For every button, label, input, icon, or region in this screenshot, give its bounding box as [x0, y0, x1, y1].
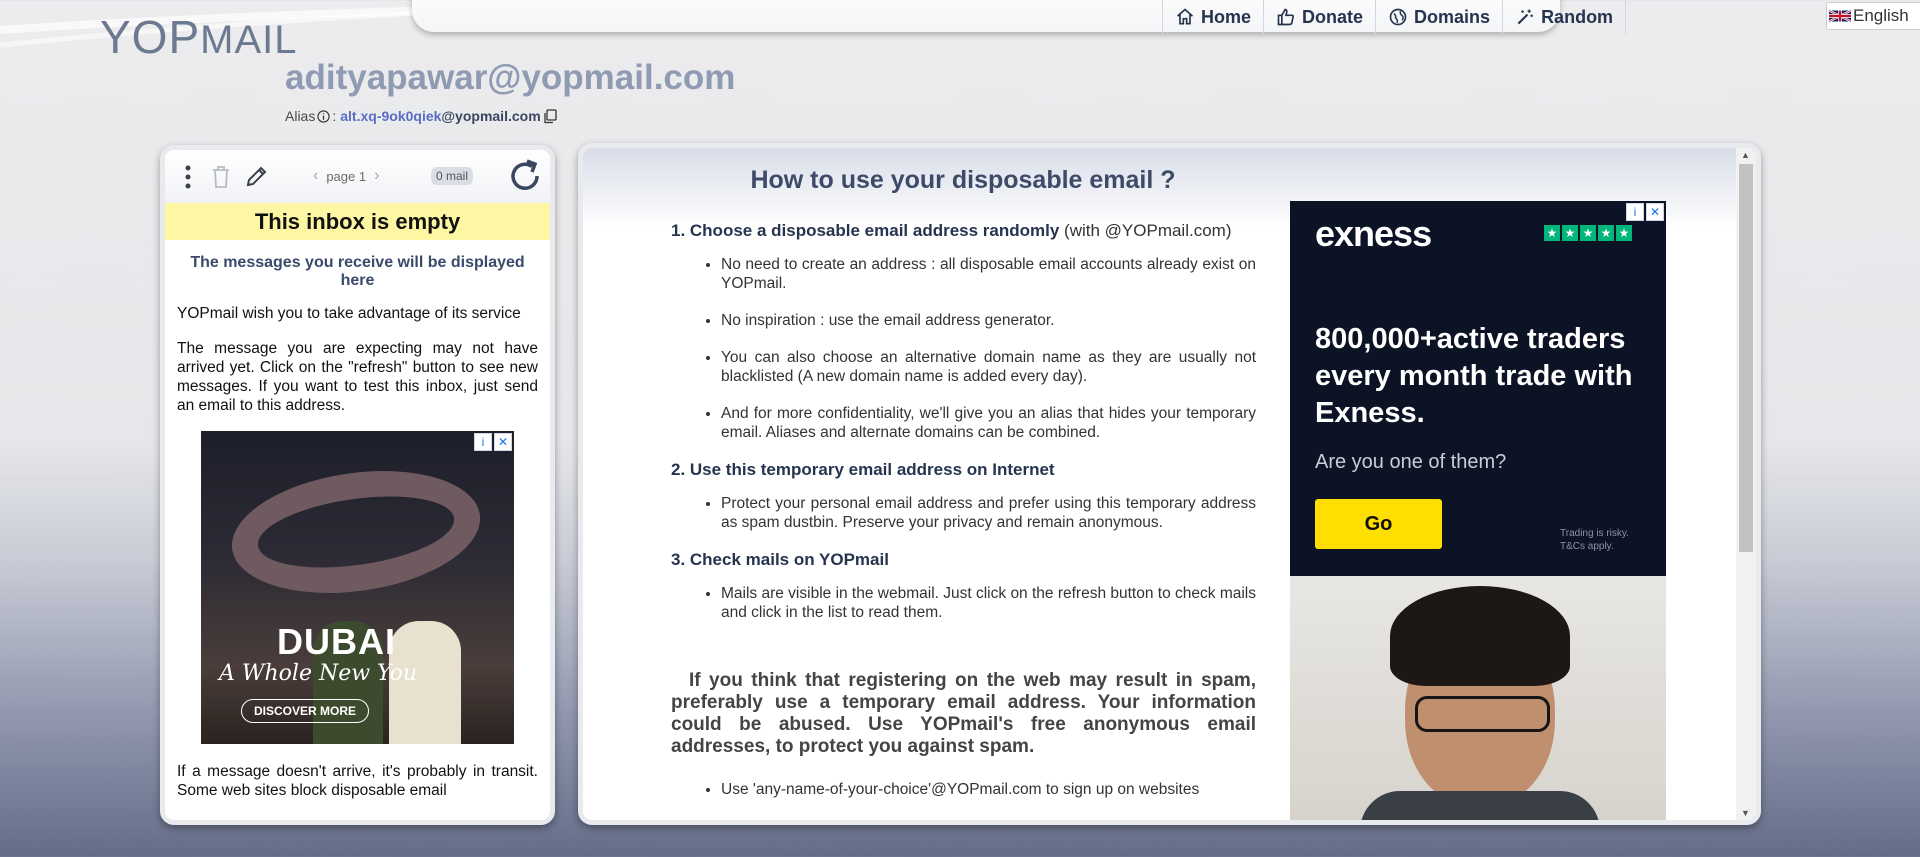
ad-info-icon[interactable]: i — [474, 433, 492, 451]
home-icon — [1176, 8, 1194, 25]
section-2-list: Protect your personal email address and … — [671, 494, 1256, 532]
ad-cta-button[interactable]: DISCOVER MORE — [241, 699, 370, 723]
advertisement-dubai[interactable]: DUBAI A Whole New You DISCOVER MORE i ✕ — [201, 431, 514, 744]
ad-brand: DUBAI — [277, 621, 396, 662]
list-item: Protect your personal email address and … — [721, 494, 1256, 532]
ad-dark-panel: exness ★ ★ ★ ★ ★ i ✕ 800,000+active traders … — [1290, 201, 1666, 576]
list-item: No need to create an address : all dispo… — [721, 255, 1256, 293]
nav-domains-label: Domains — [1414, 6, 1491, 27]
help-panel: How to use your disposable email ? 1. Ch… — [578, 143, 1761, 825]
ad-info-icon[interactable]: i — [1626, 203, 1644, 221]
section-3-title: 3. Check mails on YOPmail — [671, 550, 889, 569]
rating-stars-icon: ★ ★ ★ ★ ★ — [1544, 225, 1632, 241]
refresh-icon[interactable] — [507, 158, 543, 194]
ad-risk-disclaimer: Trading is risky. T&Cs apply. — [1560, 528, 1629, 552]
help-content: 1. Choose a disposable email address ran… — [671, 211, 1256, 817]
ad-subheadline: Are you one of them? — [1315, 451, 1507, 473]
alias-separator: : — [332, 108, 337, 124]
copy-icon[interactable] — [543, 108, 557, 124]
expect-text: The message you are expecting may not ha… — [177, 340, 538, 414]
section-1-suffix: (with @YOPmail.com) — [1064, 221, 1232, 240]
scroll-down-arrow-icon[interactable]: ▼ — [1741, 808, 1750, 818]
section-3-list: Mails are visible in the webmail. Just c… — [671, 584, 1256, 622]
ad-glasses-graphic — [1415, 696, 1550, 732]
top-menu-bar: Home Donate Domains Random English ⌄ — [412, 0, 1920, 34]
trash-icon[interactable] — [210, 165, 232, 189]
ad-choices: i ✕ — [474, 433, 512, 451]
nav-random[interactable]: Random — [1502, 0, 1627, 34]
tail-list: Use 'any-name-of-your-choice'@YOPmail.co… — [671, 780, 1256, 799]
section-1-heading: 1. Choose a disposable email address ran… — [671, 221, 1060, 240]
nav-home[interactable]: Home — [1162, 0, 1263, 34]
ad-choices: i ✕ — [1626, 203, 1664, 221]
more-options-icon[interactable] — [185, 164, 191, 190]
next-page-icon[interactable]: › — [374, 167, 379, 185]
section-1-list: No need to create an address : all dispo… — [671, 255, 1256, 442]
inbox-email-address: adityapawar@yopmail.com — [285, 58, 736, 97]
inbox-panel: ‹ page 1 › 0 mail This inbox is empty Th… — [160, 145, 555, 825]
main-nav: Home Donate Domains Random — [1162, 0, 1627, 34]
advertisement-exness[interactable]: exness ★ ★ ★ ★ ★ i ✕ 800,000+active traders … — [1290, 201, 1666, 820]
list-item: Mails are visible in the webmail. Just c… — [721, 584, 1256, 622]
scrollbar-thumb[interactable] — [1739, 164, 1753, 552]
alias-value[interactable]: alt.xq-9ok0qiek — [340, 108, 441, 124]
nav-random-label: Random — [1541, 6, 1614, 27]
receive-note: The messages you receive will be display… — [190, 254, 525, 289]
list-item: Use 'any-name-of-your-choice'@YOPmail.co… — [721, 780, 1256, 799]
language-select[interactable]: English ⌄ — [1826, 2, 1920, 30]
help-title: How to use your disposable email ? — [750, 166, 1176, 194]
uk-flag-icon — [1829, 9, 1851, 23]
ad-close-icon[interactable]: ✕ — [494, 433, 512, 451]
list-item: No inspiration : use the email address g… — [721, 311, 1256, 330]
mail-count-badge: 0 mail — [431, 167, 474, 185]
list-item: And for more confidentiality, we'll give… — [721, 404, 1256, 442]
scroll-up-arrow-icon[interactable]: ▲ — [1741, 150, 1750, 160]
nav-home-label: Home — [1201, 6, 1252, 27]
language-label: English — [1853, 6, 1909, 25]
logo-text-big: YOP — [100, 11, 201, 63]
ad-brand-logo: exness — [1315, 213, 1432, 254]
wish-text: YOPmail wish you to take advantage of it… — [177, 305, 521, 322]
vertical-scrollbar[interactable]: ▲ ▼ — [1736, 148, 1756, 820]
empty-inbox-banner: This inbox is empty — [165, 203, 550, 240]
ad-tagline: A Whole New You — [219, 661, 418, 686]
ad-ring-graphic — [224, 456, 488, 608]
pencil-icon[interactable] — [245, 164, 269, 188]
prev-page-icon[interactable]: ‹ — [313, 167, 318, 185]
globe-icon — [1389, 8, 1407, 26]
ad-shirt-graphic — [1360, 791, 1600, 820]
spam-paragraph: If you think that registering on the web… — [671, 670, 1256, 757]
list-item: You can also choose an alternative domai… — [721, 348, 1256, 386]
inbox-toolbar: ‹ page 1 › 0 mail — [165, 150, 550, 203]
section-2-title: 2. Use this temporary email address on I… — [671, 460, 1055, 479]
section-1-title: 1. Choose a disposable email address ran… — [671, 221, 1256, 241]
inbox-help-text: The messages you receive will be display… — [165, 240, 550, 800]
transit-text: If a message doesn't arrive, it's probab… — [177, 763, 538, 799]
alias-row: Alias : alt.xq-9ok0qiek @yopmail.com — [285, 108, 557, 124]
magic-wand-icon — [1517, 9, 1533, 25]
logo-text-small: MAIL — [200, 18, 298, 62]
ad-headline: 800,000+active traders every month trade… — [1315, 323, 1633, 429]
nav-domains[interactable]: Domains — [1375, 0, 1502, 34]
nav-donate[interactable]: Donate — [1263, 0, 1375, 34]
info-icon[interactable] — [317, 109, 330, 123]
ad-photo-panel — [1290, 576, 1666, 820]
alias-label: Alias — [285, 108, 316, 124]
ad-go-button[interactable]: Go — [1315, 499, 1442, 549]
pager: ‹ page 1 › — [313, 167, 379, 185]
ad-close-icon[interactable]: ✕ — [1646, 203, 1664, 221]
nav-donate-label: Donate — [1302, 6, 1364, 27]
page-label: page 1 — [326, 168, 367, 184]
alias-domain: @yopmail.com — [441, 108, 541, 124]
ad-hair-graphic — [1390, 586, 1570, 686]
thumbs-up-icon — [1277, 8, 1295, 26]
